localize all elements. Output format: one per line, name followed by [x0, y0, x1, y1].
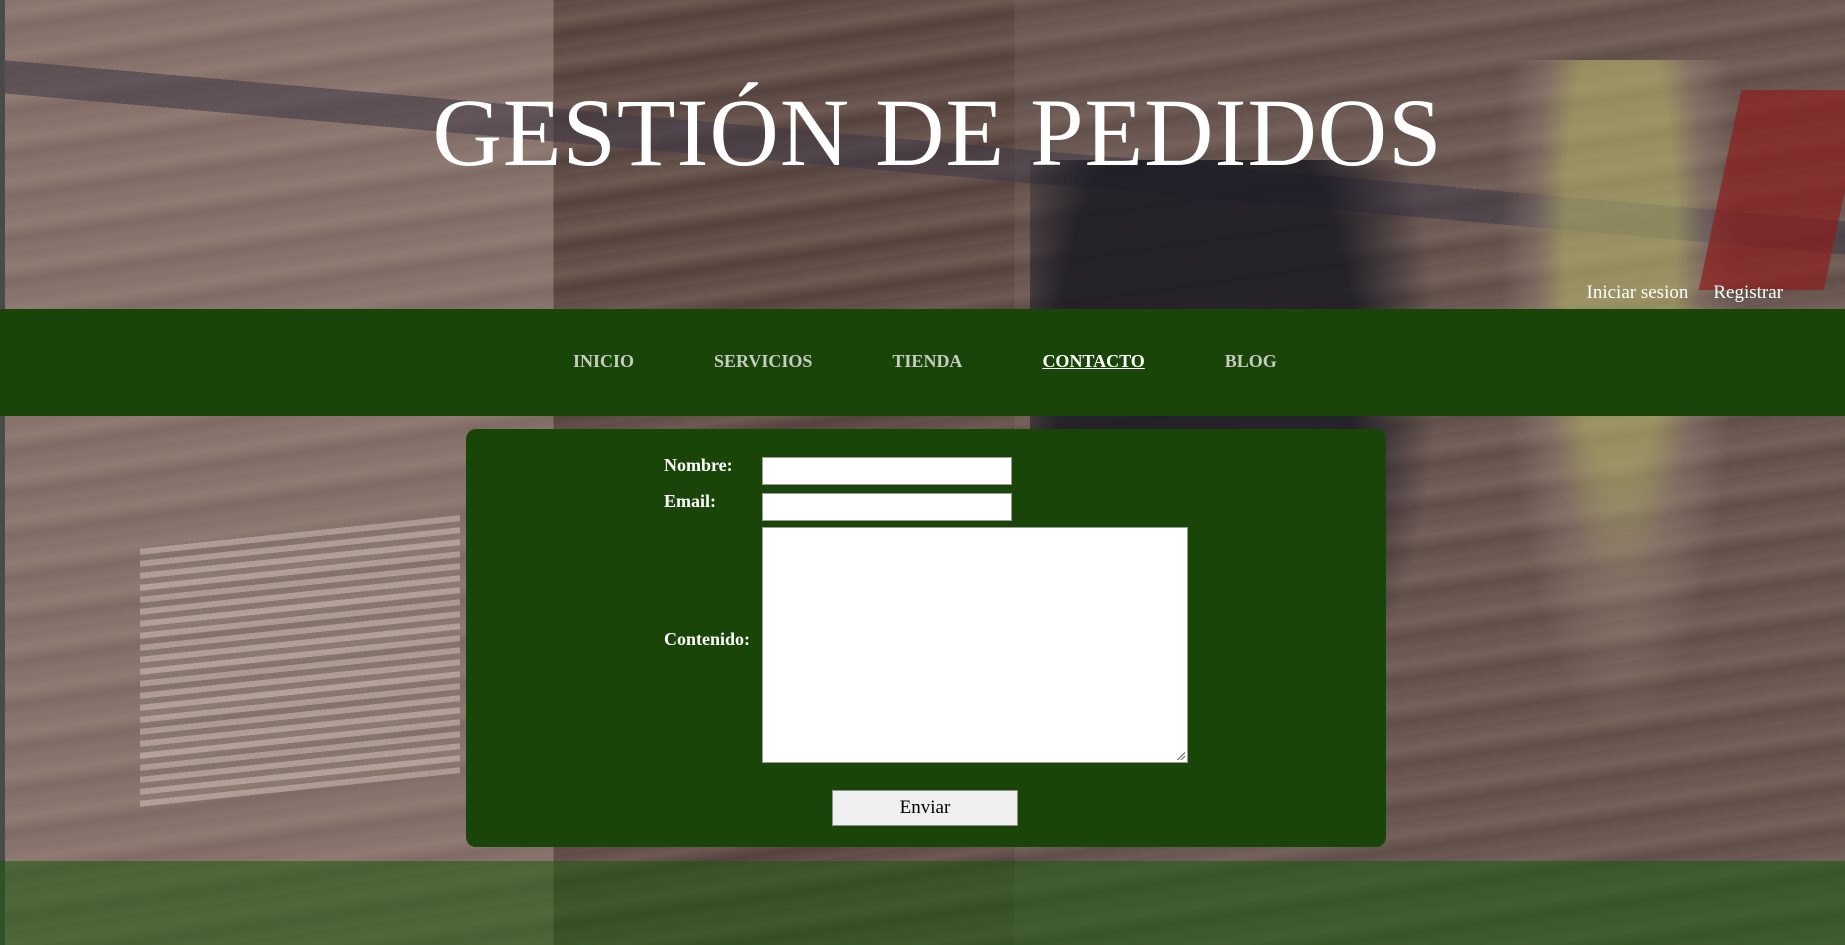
nav-item-blog: BLOG: [1225, 351, 1277, 372]
login-link[interactable]: Iniciar sesion: [1587, 282, 1689, 304]
name-label: Nombre:: [664, 455, 733, 475]
main-nav: INICIO SERVICIOS TIENDA CONTACTO BLOG: [0, 309, 1845, 416]
header-banner: GESTIÓN DE PEDIDOS Iniciar sesion Regist…: [0, 0, 1845, 309]
nav-link-servicios[interactable]: SERVICIOS: [714, 351, 812, 371]
nav-link-contacto[interactable]: CONTACTO: [1042, 351, 1144, 371]
nav-item-contacto: CONTACTO: [1042, 351, 1144, 372]
email-input[interactable]: [762, 493, 1012, 521]
nav-list: INICIO SERVICIOS TIENDA CONTACTO BLOG: [573, 351, 1277, 372]
nav-item-inicio: INICIO: [573, 351, 634, 372]
page: GESTIÓN DE PEDIDOS Iniciar sesion Regist…: [0, 0, 1845, 945]
resize-grip-icon[interactable]: [1176, 751, 1185, 760]
site-title: GESTIÓN DE PEDIDOS: [432, 79, 1443, 186]
nav-item-tienda: TIENDA: [892, 351, 962, 372]
nav-item-servicios: SERVICIOS: [714, 351, 812, 372]
background-books: [140, 513, 460, 807]
nav-link-inicio[interactable]: INICIO: [573, 351, 634, 371]
nav-link-tienda[interactable]: TIENDA: [892, 351, 962, 371]
nav-link-blog[interactable]: BLOG: [1225, 351, 1277, 371]
contact-form-panel: Nombre: Email: Contenido: Enviar: [466, 429, 1386, 847]
submit-button[interactable]: Enviar: [832, 790, 1018, 826]
email-label: Email:: [664, 491, 716, 511]
content-textarea[interactable]: [762, 527, 1188, 763]
auth-links: Iniciar sesion Registrar: [1587, 282, 1783, 304]
name-input[interactable]: [762, 457, 1012, 485]
content-label: Contenido:: [664, 629, 751, 649]
register-link[interactable]: Registrar: [1713, 282, 1783, 304]
footer-band: [0, 861, 1845, 945]
